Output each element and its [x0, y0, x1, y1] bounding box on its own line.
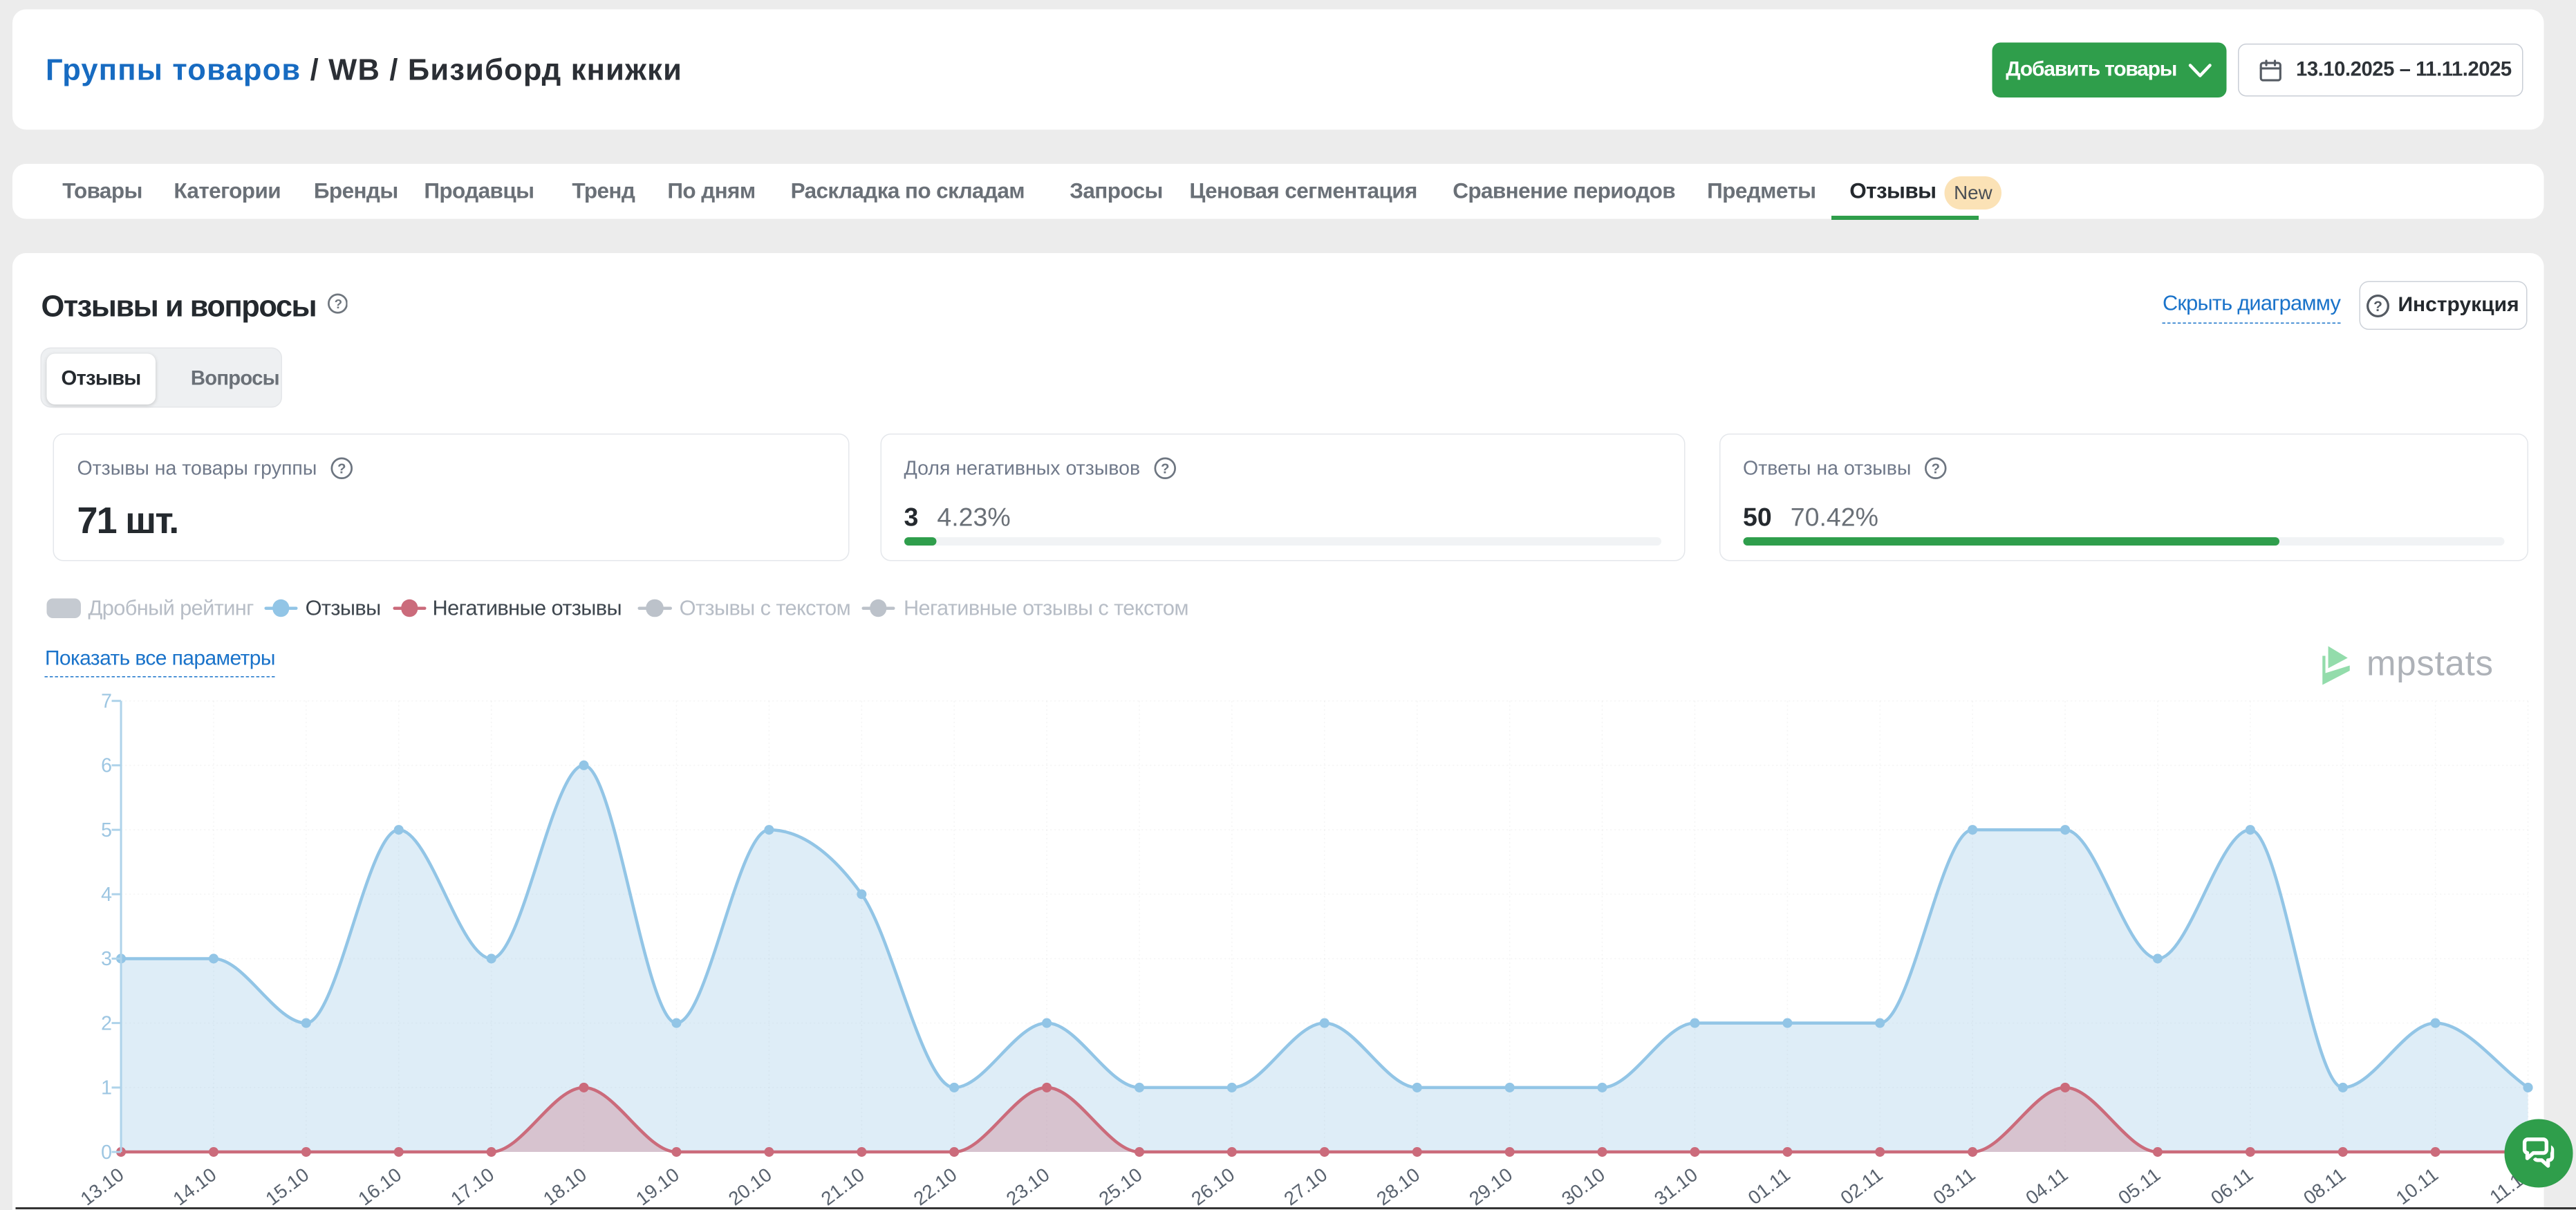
svg-text:?: ? [334, 297, 342, 311]
svg-text:30.10: 30.10 [1558, 1164, 1609, 1210]
svg-text:?: ? [1932, 462, 1940, 477]
svg-text:10.11: 10.11 [2392, 1164, 2442, 1209]
svg-text:02.11: 02.11 [1836, 1164, 1886, 1209]
svg-text:23.10: 23.10 [1002, 1164, 1054, 1210]
svg-text:1: 1 [101, 1077, 112, 1099]
svg-text:28.10: 28.10 [1372, 1164, 1424, 1210]
svg-text:3: 3 [101, 948, 112, 970]
svg-text:14.10: 14.10 [169, 1164, 220, 1210]
svg-text:2: 2 [101, 1012, 112, 1034]
svg-text:?: ? [1161, 462, 1169, 477]
svg-text:22.10: 22.10 [910, 1164, 961, 1210]
svg-text:?: ? [337, 462, 346, 477]
svg-text:7: 7 [101, 690, 112, 712]
svg-text:01.11: 01.11 [1744, 1164, 1794, 1209]
svg-text:08.11: 08.11 [2299, 1164, 2349, 1209]
svg-text:13.10: 13.10 [77, 1164, 128, 1210]
svg-text:26.10: 26.10 [1187, 1164, 1238, 1210]
svg-text:25.10: 25.10 [1095, 1164, 1146, 1210]
svg-text:5: 5 [101, 819, 112, 841]
svg-text:?: ? [2374, 299, 2383, 315]
svg-text:18.10: 18.10 [539, 1164, 590, 1210]
svg-text:4: 4 [101, 884, 112, 906]
svg-text:6: 6 [101, 755, 112, 777]
svg-text:29.10: 29.10 [1465, 1164, 1516, 1210]
svg-text:05.11: 05.11 [2114, 1164, 2164, 1209]
svg-text:20.10: 20.10 [725, 1164, 776, 1210]
svg-text:0: 0 [101, 1142, 112, 1164]
svg-text:17.10: 17.10 [447, 1164, 498, 1210]
svg-text:15.10: 15.10 [261, 1164, 312, 1210]
svg-text:31.10: 31.10 [1650, 1164, 1701, 1210]
svg-text:03.11: 03.11 [1929, 1164, 1979, 1209]
svg-text:19.10: 19.10 [632, 1164, 683, 1210]
svg-text:04.11: 04.11 [2022, 1164, 2071, 1209]
svg-text:27.10: 27.10 [1280, 1164, 1331, 1210]
svg-text:16.10: 16.10 [354, 1164, 405, 1210]
svg-text:06.11: 06.11 [2207, 1164, 2257, 1209]
svg-text:21.10: 21.10 [817, 1164, 868, 1210]
